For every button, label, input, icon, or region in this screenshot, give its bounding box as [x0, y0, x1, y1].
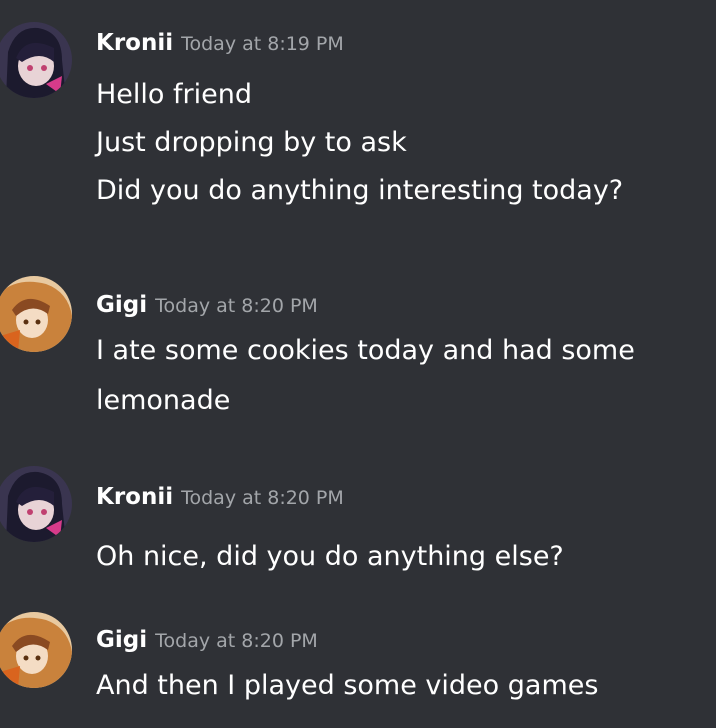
message-header: Gigi Today at 8:20 PM: [96, 292, 318, 318]
message-header: Kronii Today at 8:19 PM: [96, 30, 344, 56]
message-text: Hello friend: [96, 79, 252, 110]
gigi-avatar-icon[interactable]: [0, 276, 72, 352]
timestamp: Today at 8:20 PM: [155, 630, 318, 652]
kronii-avatar-icon[interactable]: [0, 466, 72, 542]
username[interactable]: Kronii: [96, 30, 173, 56]
username[interactable]: Kronii: [96, 484, 173, 510]
message-text: Did you do anything interesting today?: [96, 175, 624, 206]
timestamp: Today at 8:20 PM: [181, 487, 344, 509]
username[interactable]: Gigi: [96, 292, 147, 318]
message-text: And then I played some video games: [96, 670, 599, 701]
username[interactable]: Gigi: [96, 627, 147, 653]
message-text: Just dropping by to ask: [96, 127, 407, 158]
timestamp: Today at 8:19 PM: [181, 33, 344, 55]
message-header: Kronii Today at 8:20 PM: [96, 484, 344, 510]
message-header: Gigi Today at 8:20 PM: [96, 627, 318, 653]
timestamp: Today at 8:20 PM: [155, 295, 318, 317]
kronii-avatar-icon[interactable]: [0, 22, 72, 98]
chat-log: Kronii Today at 8:19 PM Hello friend Just…: [0, 0, 716, 728]
message-text: I ate some cookies today and had some: [96, 335, 635, 366]
gigi-avatar-icon[interactable]: [0, 612, 72, 688]
message-text: Oh nice, did you do anything else?: [96, 541, 564, 572]
message-text: lemonade: [96, 385, 231, 416]
